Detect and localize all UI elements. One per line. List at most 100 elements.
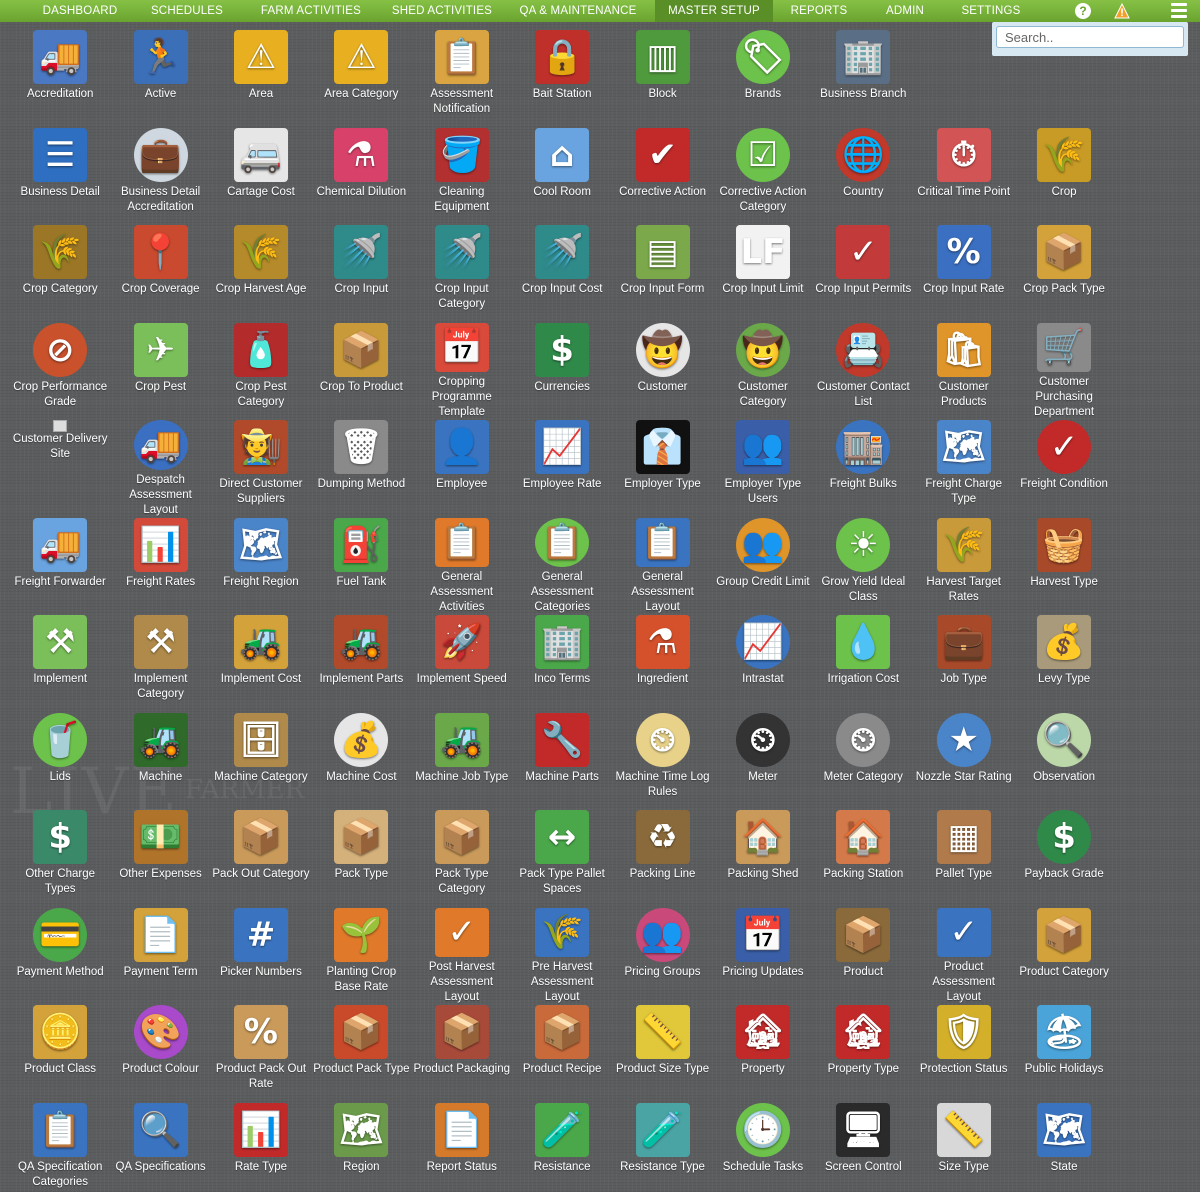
tile-product-recipe[interactable]: 📦 Product Recipe [512,1005,612,1103]
tile-harvest-target-rates[interactable]: 🌾 Harvest Target Rates [914,517,1014,616]
tile-pack-out-category[interactable]: 📦 Pack Out Category [211,810,311,908]
warning-icon[interactable] [1114,3,1130,19]
tile-product-size-type[interactable]: 📏 Product Size Type [612,1005,712,1103]
tile-pack-type-pallet-spaces[interactable]: ↔ Pack Type Pallet Spaces [512,810,612,908]
tile-crop-coverage[interactable]: 📍 Crop Coverage [110,225,210,323]
tile-accreditation[interactable]: 🚚 Accreditation [10,30,110,128]
tile-post-harvest-assessment-layout[interactable]: ✓ Post Harvest Assessment Layout [412,907,512,1006]
tile-payback-grade[interactable]: $ Payback Grade [1014,810,1114,908]
tile-currencies[interactable]: $ Currencies [512,322,612,421]
tile-employee-rate[interactable]: 📈 Employee Rate [512,420,612,518]
nav-farm-activities[interactable]: FARM ACTIVITIES [239,0,383,22]
tile-implement-cost[interactable]: 🚜 Implement Cost [211,615,311,713]
tile-critical-time-point[interactable]: ⏱ Critical Time Point [914,127,1014,226]
tile-customer[interactable]: 🤠 Customer [612,322,712,421]
tile-block[interactable]: ▥ Block [612,30,712,128]
tile-business-detail-accreditation[interactable]: 💼 Business Detail Accreditation [110,127,210,226]
tile-levy-type[interactable]: 💰 Levy Type [1014,615,1114,713]
tile-dumping-method[interactable]: 🗑 Dumping Method [311,420,411,518]
tile-corrective-action[interactable]: ✔ Corrective Action [612,127,712,226]
tile-crop-input[interactable]: 🚿 Crop Input [311,225,411,323]
tile-product-category[interactable]: 📦 Product Category [1014,907,1114,1006]
tile-product-colour[interactable]: 🎨 Product Colour [110,1005,210,1103]
tile-grow-yield-ideal-class[interactable]: ☀ Grow Yield Ideal Class [813,517,913,616]
tile-chemical-dilution[interactable]: ⚗ Chemical Dilution [311,127,411,226]
tile-job-type[interactable]: 💼 Job Type [914,615,1014,713]
tile-area-category[interactable]: ⚠ Area Category [311,30,411,128]
tile-resistance-type[interactable]: 🧪 Resistance Type [612,1102,712,1192]
tile-crop-performance-grade[interactable]: ⊘ Crop Performance Grade [10,322,110,421]
tile-meter-category[interactable]: ⏲ Meter Category [813,712,913,811]
tile-crop-pest[interactable]: ✈ Crop Pest [110,322,210,421]
tile-freight-rates[interactable]: 📊 Freight Rates [110,517,210,616]
tile-active[interactable]: 🏃 Active [110,30,210,128]
tile-product-packaging[interactable]: 📦 Product Packaging [412,1005,512,1103]
tile-cartage-cost[interactable]: 🚐 Cartage Cost [211,127,311,226]
tile-state[interactable]: 🗺 State [1014,1102,1114,1192]
tile-pack-type-category[interactable]: 📦 Pack Type Category [412,810,512,908]
nav-qa-maintenance[interactable]: QA & MAINTENANCE [501,0,655,22]
tile-implement-category[interactable]: ⚒ Implement Category [110,615,210,713]
tile-assessment-notification[interactable]: 📋 Assessment Notification [412,30,512,128]
tile-machine-parts[interactable]: 🔧 Machine Parts [512,712,612,811]
tile-screen-control[interactable]: 🖥 Screen Control [813,1102,913,1192]
tile-machine-cost[interactable]: 💰 Machine Cost [311,712,411,811]
tile-packing-line[interactable]: ♻ Packing Line [612,810,712,908]
tile-pack-type[interactable]: 📦 Pack Type [311,810,411,908]
tile-packing-shed[interactable]: 🏠 Packing Shed [713,810,813,908]
tile-ingredient[interactable]: ⚗ Ingredient [612,615,712,713]
tile-business-detail[interactable]: ☰ Business Detail [10,127,110,226]
tile-freight-charge-type[interactable]: 🗺 Freight Charge Type [914,420,1014,518]
tile-resistance[interactable]: 🧪 Resistance [512,1102,612,1192]
tile-payment-method[interactable]: 💳 Payment Method [10,907,110,1006]
tile-lids[interactable]: 🥤 Lids [10,712,110,811]
tile-machine[interactable]: 🚜 Machine [110,712,210,811]
tile-report-status[interactable]: 📄 Report Status [412,1102,512,1192]
tile-other-charge-types[interactable]: $ Other Charge Types [10,810,110,908]
tile-protection-status[interactable]: 🛡 Protection Status [914,1005,1014,1103]
tile-observation[interactable]: 🔍 Observation [1014,712,1114,811]
tile-payment-term[interactable]: 📄 Payment Term [110,907,210,1006]
tile-qa-specifications[interactable]: 🔍 QA Specifications [110,1102,210,1192]
tile-packing-station[interactable]: 🏠 Packing Station [813,810,913,908]
tile-machine-job-type[interactable]: 🚜 Machine Job Type [412,712,512,811]
tile-crop-harvest-age[interactable]: 🌾 Crop Harvest Age [211,225,311,323]
tile-implement-parts[interactable]: 🚜 Implement Parts [311,615,411,713]
tile-public-holidays[interactable]: 🏖 Public Holidays [1014,1005,1114,1103]
tile-employee[interactable]: 👤 Employee [412,420,512,518]
tile-crop-to-product[interactable]: 📦 Crop To Product [311,322,411,421]
tile-product[interactable]: 📦 Product [813,907,913,1006]
nav-reports[interactable]: REPORTS [773,0,865,22]
tile-customer-purchasing-department[interactable]: 🛒 Customer Purchasing Department [1014,322,1114,421]
tile-crop-pack-type[interactable]: 📦 Crop Pack Type [1014,225,1114,323]
tile-customer-products[interactable]: 🛍 Customer Products [914,322,1014,421]
tile-customer-delivery-site[interactable]: Customer Delivery Site [10,420,110,518]
tile-crop-input-form[interactable]: ▤ Crop Input Form [612,225,712,323]
tile-bait-station[interactable]: 🔒 Bait Station [512,30,612,128]
tile-despatch-assessment-layout[interactable]: 🚚 Despatch Assessment Layout [110,420,210,518]
tile-general-assessment-layout[interactable]: 📋 General Assessment Layout [612,517,712,616]
tile-product-pack-out-rate[interactable]: % Product Pack Out Rate [211,1005,311,1103]
tile-business-branch[interactable]: 🏢 Business Branch [813,30,913,128]
tile-crop-input-rate[interactable]: % Crop Input Rate [914,225,1014,323]
tile-freight-forwarder[interactable]: 🚚 Freight Forwarder [10,517,110,616]
tile-customer-category[interactable]: 🤠 Customer Category [713,322,813,421]
tile-property-type[interactable]: 🏚 Property Type [813,1005,913,1103]
tile-freight-condition[interactable]: ✓ Freight Condition [1014,420,1114,518]
tile-harvest-type[interactable]: 🧺 Harvest Type [1014,517,1114,616]
nav-shed-activities[interactable]: SHED ACTIVITIES [383,0,501,22]
tile-irrigation-cost[interactable]: 💧 Irrigation Cost [813,615,913,713]
tile-inco-terms[interactable]: 🏢 Inco Terms [512,615,612,713]
nav-settings[interactable]: SETTINGS [945,0,1037,22]
nav-master-setup[interactable]: MASTER SETUP [655,0,773,22]
tile-qa-specification-categories[interactable]: 📋 QA Specification Categories [10,1102,110,1192]
tile-implement[interactable]: ⚒ Implement [10,615,110,713]
tile-pricing-updates[interactable]: 📅 Pricing Updates [713,907,813,1006]
tile-region[interactable]: 🗺 Region [311,1102,411,1192]
tile-rate-type[interactable]: 📊 Rate Type [211,1102,311,1192]
tile-size-type[interactable]: 📏 Size Type [914,1102,1014,1192]
tile-machine-time-log-rules[interactable]: ⏲ Machine Time Log Rules [612,712,712,811]
tile-crop-pest-category[interactable]: 🧴 Crop Pest Category [211,322,311,421]
tile-cropping-programme-template[interactable]: 📅 Cropping Programme Template [412,322,512,421]
tile-other-expenses[interactable]: 💵 Other Expenses [110,810,210,908]
